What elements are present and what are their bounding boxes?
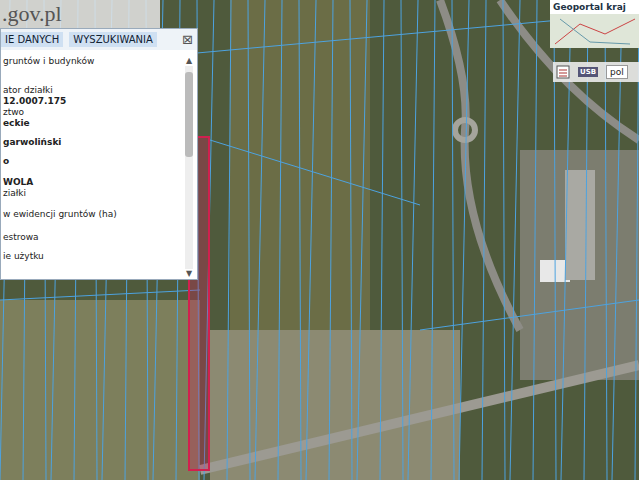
info-line: WOLA — [3, 177, 183, 188]
language-field[interactable]: pol — [606, 65, 628, 79]
info-line: ator działki — [3, 85, 183, 96]
overview-map-icon — [550, 14, 639, 48]
info-line: ie użytku — [3, 251, 183, 262]
usb-button[interactable]: USB — [578, 67, 598, 77]
info-line: w ewidencji gruntów (ha) — [3, 209, 183, 220]
tab-bar: IE DANYCH WYSZUKIWANIA ⊠ — [1, 29, 197, 50]
tab[interactable]: WYSZUKIWANIA — [69, 32, 156, 47]
scroll-up-button[interactable]: ▲ — [186, 56, 192, 66]
info-line: o — [3, 156, 183, 167]
info-line: estrowa — [3, 232, 183, 243]
map-viewer: .gov.pl IE DANYCH WYSZUKIWANIA ⊠ gruntów i b… — [0, 0, 639, 480]
info-panel: IE DANYCH WYSZUKIWANIA ⊠ gruntów i budynków… — [0, 28, 198, 280]
tab[interactable]: IE DANYCH — [1, 32, 63, 47]
scrollbar[interactable]: ▲▼ — [183, 56, 195, 279]
info-line: gruntów i budynków — [3, 56, 183, 67]
overview-map[interactable]: Geoportal kraj — [550, 0, 639, 48]
info-line: eckie — [3, 118, 183, 129]
info-line: ztwo — [3, 107, 183, 118]
toolbar: USB pol — [553, 62, 639, 82]
info-line: ziałki — [3, 188, 183, 199]
list-icon[interactable] — [556, 65, 570, 79]
overview-title: Geoportal kraj — [550, 0, 639, 14]
scroll-down-button[interactable]: ▼ — [186, 269, 192, 279]
close-button[interactable]: ⊠ — [182, 32, 193, 47]
info-line: garwoliński — [3, 137, 183, 148]
info-line: 12.0007.175 — [3, 96, 183, 107]
scroll-thumb[interactable] — [185, 72, 193, 157]
logo: .gov.pl — [0, 0, 160, 28]
